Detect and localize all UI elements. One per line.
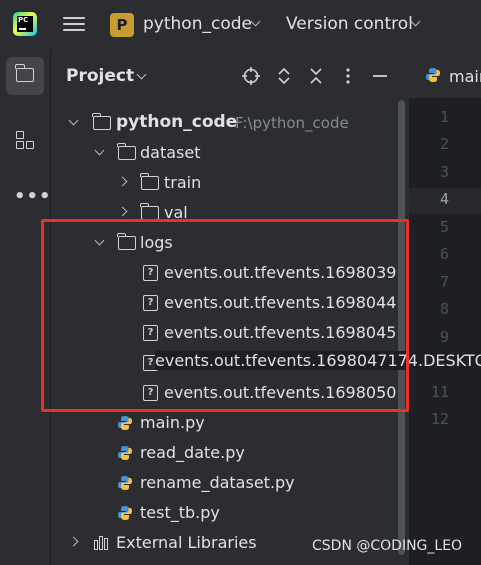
- folder-name: train: [164, 173, 202, 192]
- python-file-icon: [118, 476, 132, 490]
- tree-node-py-file[interactable]: read_date.py: [51, 438, 396, 468]
- folder-name: External Libraries: [116, 533, 257, 552]
- line-number: 12: [430, 410, 449, 428]
- more-tools-button[interactable]: •••: [6, 172, 51, 210]
- locate-icon[interactable]: [241, 66, 261, 86]
- folder-icon: [140, 173, 159, 190]
- folder-icon: [140, 203, 159, 220]
- line-number: 5: [439, 218, 449, 236]
- chevron-right-icon[interactable]: [117, 206, 128, 217]
- line-number: 6: [439, 245, 449, 263]
- collapse-all-icon[interactable]: [306, 66, 326, 86]
- project-badge[interactable]: P: [110, 13, 134, 37]
- more-icon: •••: [14, 186, 52, 207]
- expand-all-icon[interactable]: [274, 66, 294, 86]
- chevron-right-icon[interactable]: [117, 176, 128, 187]
- root-folder-name: python_code: [116, 112, 238, 132]
- project-tool-button[interactable]: [6, 57, 44, 95]
- tree-node-train[interactable]: train: [51, 168, 396, 198]
- file-name: read_date.py: [140, 443, 245, 462]
- line-number: 9: [439, 328, 449, 346]
- structure-icon: [15, 130, 35, 150]
- folder-icon: [15, 64, 34, 82]
- highlight-box: [41, 219, 409, 412]
- watermark: CSDN @CODING_LEO: [312, 538, 463, 554]
- project-switcher[interactable]: python_code: [143, 14, 252, 34]
- file-name: rename_dataset.py: [140, 473, 295, 492]
- line-number: 3: [439, 163, 449, 181]
- root-folder-path: F:\python_code: [235, 114, 349, 132]
- python-file-icon: [426, 68, 440, 82]
- chevron-down-icon[interactable]: [94, 145, 105, 156]
- chevron-down-icon[interactable]: [250, 16, 261, 27]
- folder-icon: [92, 113, 111, 130]
- chevron-down-icon[interactable]: [136, 69, 147, 80]
- options-icon[interactable]: [338, 66, 358, 86]
- editor-tab-bar: main: [409, 50, 481, 99]
- panel-title[interactable]: Project: [66, 66, 134, 86]
- line-number: 7: [439, 273, 449, 291]
- line-number: 2: [439, 135, 449, 153]
- python-file-icon: [118, 416, 132, 430]
- version-control-menu[interactable]: Version control: [286, 14, 413, 34]
- pycharm-logo-icon[interactable]: PC: [13, 12, 37, 36]
- file-name: test_tb.py: [140, 503, 220, 522]
- library-icon: [94, 536, 110, 550]
- chevron-down-icon[interactable]: [68, 115, 79, 126]
- main-menu-icon[interactable]: [63, 14, 85, 36]
- tree-node-py-file[interactable]: rename_dataset.py: [51, 468, 396, 498]
- tree-node-dataset[interactable]: dataset: [51, 138, 396, 168]
- editor-tab-main[interactable]: main: [449, 67, 481, 86]
- line-number: 11: [430, 383, 449, 401]
- line-number: 8: [439, 300, 449, 318]
- line-number: 1: [439, 108, 449, 126]
- tree-node-root[interactable]: python_code F:\python_code: [51, 108, 396, 138]
- structure-tool-button[interactable]: [6, 121, 44, 159]
- line-number: 4: [439, 190, 449, 208]
- title-bar: PC P python_code Version control: [0, 0, 481, 50]
- folder-name: dataset: [140, 143, 201, 162]
- python-file-icon: [118, 506, 132, 520]
- chevron-right-icon[interactable]: [68, 536, 79, 547]
- file-name: main.py: [140, 413, 205, 432]
- tree-node-py-file[interactable]: main.py: [51, 408, 396, 438]
- folder-icon: [117, 143, 136, 160]
- tree-node-py-file[interactable]: test_tb.py: [51, 498, 396, 528]
- minimize-icon[interactable]: [370, 66, 390, 86]
- python-file-icon: [118, 446, 132, 460]
- editor-area[interactable]: main 1 2 3 4 5 6 7 8 9 10 11 12: [409, 50, 481, 565]
